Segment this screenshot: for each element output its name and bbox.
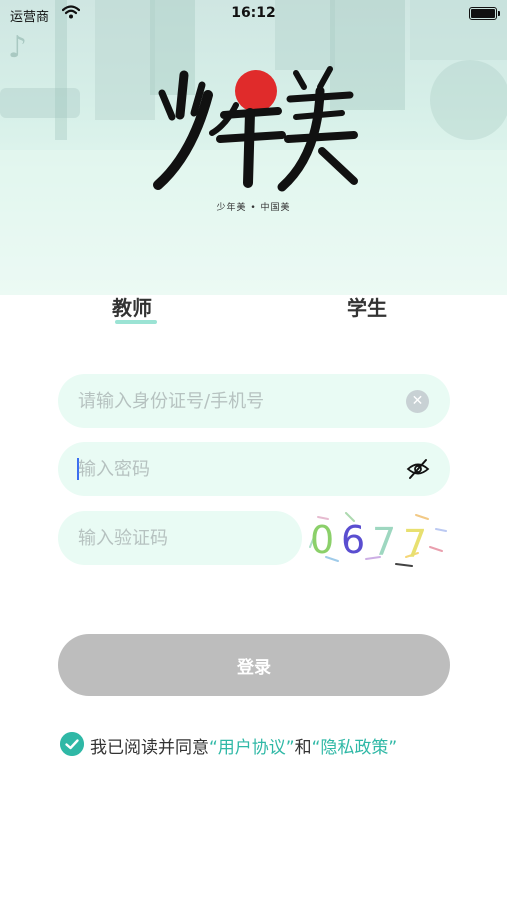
agreement-prefix: 我已阅读并同意	[90, 738, 209, 758]
battery-level-fill	[471, 9, 495, 18]
privacy-policy-link[interactable]: “隐私政策”	[312, 738, 398, 758]
brand-logo	[153, 66, 358, 192]
captcha-input[interactable]	[78, 511, 278, 565]
checkbox-checked-icon[interactable]	[60, 732, 84, 756]
logo-tagline: 少年美 • 中国美	[216, 203, 291, 213]
captcha-field	[58, 511, 302, 565]
account-field: ✕	[58, 374, 450, 428]
password-input[interactable]	[78, 442, 388, 496]
battery-icon	[469, 7, 500, 20]
user-agreement-link[interactable]: “用户协议”	[209, 738, 295, 758]
eye-hidden-icon[interactable]	[406, 458, 430, 480]
hero-banner: ♪ 少年美 • 中国美	[0, 0, 507, 295]
tab-teacher[interactable]: 教师	[112, 292, 152, 321]
active-tab-indicator	[115, 320, 157, 324]
password-field	[58, 442, 450, 496]
captcha-image[interactable]: 0677	[306, 507, 452, 569]
status-bar: 运营商 16:12	[0, 0, 507, 28]
tab-student[interactable]: 学生	[347, 292, 387, 321]
clear-icon[interactable]: ✕	[406, 390, 429, 413]
role-tabs: 教师 学生	[0, 292, 507, 332]
login-button[interactable]: 登录	[58, 634, 450, 696]
music-note-icon: ♪	[8, 30, 28, 65]
status-time: 16:12	[231, 5, 276, 21]
account-input[interactable]	[78, 374, 398, 428]
agreement-joiner: 和	[294, 738, 312, 758]
agreement-text: 我已阅读并同意“用户协议”和“隐私政策”	[90, 733, 397, 758]
